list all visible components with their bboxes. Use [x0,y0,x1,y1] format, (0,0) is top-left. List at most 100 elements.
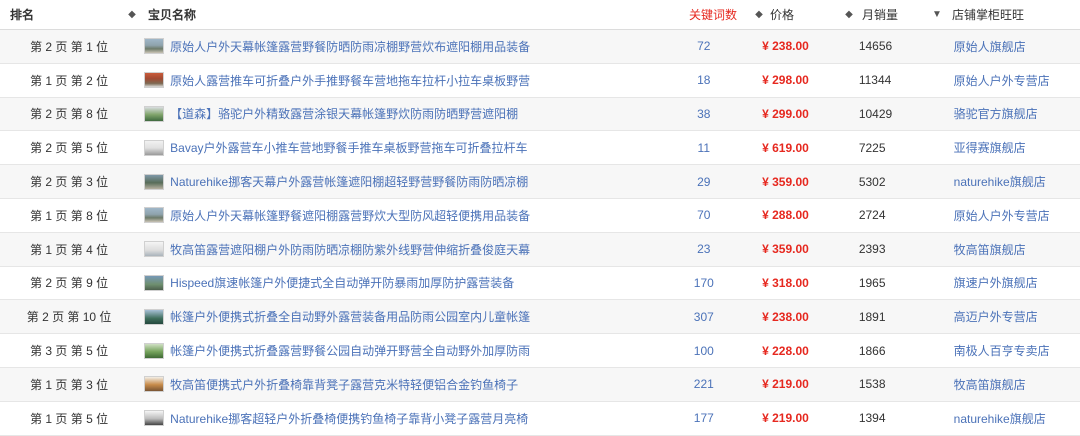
price-cell: ¥ 318.00 [762,275,809,290]
title-cell: Naturehike挪客超轻户外折叠椅便携钓鱼椅子靠背小凳子露营月亮椅 [138,410,665,427]
rank-cell: 第 2 页 第 10 位 [26,310,112,325]
product-title-link[interactable]: 帐篷户外便携式折叠全自动野外露营装备用品防雨公园室内儿童帐篷 [170,308,530,325]
monthly-sales-cell: 1891 [858,309,886,324]
monthly-sales-cell: 5302 [858,174,886,189]
rank-cell: 第 1 页 第 8 位 [30,208,109,223]
rank-cell: 第 1 页 第 5 位 [30,411,109,426]
price-cell: ¥ 238.00 [762,39,809,54]
shop-link[interactable]: 原始人户外专营店 [954,74,1050,88]
keyword-count-link[interactable]: 29 [665,175,742,189]
monthly-sales-cell: 2724 [858,208,886,223]
keyword-count-link[interactable]: 11 [665,141,742,155]
product-thumbnail[interactable] [144,274,165,291]
title-cell: 【道森】骆驼户外精致露营涂银天幕帐篷野炊防雨防晒野营遮阳棚 [138,105,665,122]
rank-cell: 第 1 页 第 4 位 [30,242,109,257]
shop-link[interactable]: 骆驼官方旗舰店 [954,107,1038,121]
keyword-count-link[interactable]: 18 [665,73,742,87]
rank-cell: 第 2 页 第 1 位 [30,39,109,54]
product-thumbnail[interactable] [144,308,165,325]
sort-icon[interactable]: ◆ [124,9,140,20]
price-cell: ¥ 219.00 [762,411,809,426]
product-thumbnail[interactable] [144,173,165,190]
product-title-link[interactable]: Naturehike挪客超轻户外折叠椅便携钓鱼椅子靠背小凳子露营月亮椅 [170,410,528,427]
shop-cell: 牧高笛旗舰店 [946,376,1080,393]
monthly-sales-cell: 10429 [858,106,893,121]
shop-link[interactable]: 高迈户外专营店 [954,310,1038,324]
table-row: 第 1 页 第 4 位 牧高笛露营遮阳棚户外防雨防晒凉棚防紫外线野营伸缩折叠俊庭… [0,232,1080,267]
shop-link[interactable]: 原始人户外专营店 [954,209,1050,223]
sort-desc-icon[interactable]: ▼ [930,9,944,20]
keyword-count-link[interactable]: 221 [665,377,742,391]
shop-link[interactable]: naturehike旗舰店 [954,175,1046,189]
shop-link[interactable]: 牧高笛旗舰店 [954,378,1026,392]
keyword-count-link[interactable]: 177 [665,411,742,425]
monthly-sales-cell: 1394 [858,411,886,426]
shop-link[interactable]: 原始人旗舰店 [954,40,1026,54]
product-thumbnail[interactable] [144,72,165,89]
product-title-link[interactable]: Naturehike挪客天幕户外露营帐篷遮阳棚超轻野营野餐防雨防晒凉棚 [170,173,528,190]
keyword-count-link[interactable]: 23 [665,242,742,256]
monthly-sales-cell: 7225 [858,140,886,155]
table-row: 第 2 页 第 3 位 Naturehike挪客天幕户外露营帐篷遮阳棚超轻野营野… [0,165,1080,199]
shop-link[interactable]: 亚得赛旗舰店 [954,141,1026,155]
column-header-price[interactable]: 价格 [766,6,842,23]
shop-link[interactable]: 旗速户外旗舰店 [954,276,1038,290]
monthly-sales-cell: 1866 [858,343,886,358]
keyword-count-link[interactable]: 70 [665,208,742,222]
shop-cell: 旗速户外旗舰店 [946,274,1080,291]
column-header-sales[interactable]: 月销量 [856,6,930,23]
product-thumbnail[interactable] [144,207,165,224]
rank-cell: 第 2 页 第 9 位 [30,276,109,291]
title-cell: 牧高笛便携式户外折叠椅靠背凳子露营克米特轻便铝合金钓鱼椅子 [138,376,665,393]
table-row: 第 1 页 第 8 位 原始人户外天幕帐篷野餐遮阳棚露营野炊大型防风超轻便携用品… [0,199,1080,233]
column-header-shop[interactable]: 店铺掌柜旺旺 [944,6,1080,23]
product-thumbnail[interactable] [144,410,165,427]
product-ranking-table: 排名 ◆ 宝贝名称 关键词数 ◆ 价格 ◆ 月销量 ▼ 店铺掌柜旺旺 第 2 页… [0,0,1080,436]
product-thumbnail[interactable] [144,376,165,393]
product-title-link[interactable]: 【道森】骆驼户外精致露营涂银天幕帐篷野炊防雨防晒野营遮阳棚 [170,105,518,122]
monthly-sales-cell: 1538 [858,377,886,392]
product-title-link[interactable]: Bavay户外露营车小推车营地野餐手推车桌板野营拖车可折叠拉杆车 [170,139,527,156]
sort-icon[interactable]: ◆ [752,9,766,20]
product-thumbnail[interactable] [144,342,165,359]
table-row: 第 2 页 第 10 位 帐篷户外便携式折叠全自动野外露营装备用品防雨公园室内儿… [0,300,1080,335]
keyword-count-link[interactable]: 38 [665,107,742,121]
shop-cell: 亚得赛旗舰店 [946,139,1080,156]
column-header-title[interactable]: 宝贝名称 [140,6,674,23]
keyword-count-link[interactable]: 170 [665,276,742,290]
shop-link[interactable]: 牧高笛旗舰店 [954,243,1026,257]
product-thumbnail[interactable] [144,38,165,55]
shop-cell: 骆驼官方旗舰店 [946,105,1080,122]
product-title-link[interactable]: 牧高笛露营遮阳棚户外防雨防晒凉棚防紫外线野营伸缩折叠俊庭天幕 [170,241,530,258]
product-title-link[interactable]: Hispeed旗速帐篷户外便捷式全自动弹开防暴雨加厚防护露营装备 [170,274,514,291]
product-title-link[interactable]: 原始人户外天幕帐篷露营野餐防晒防雨凉棚野营炊布遮阳棚用品装备 [170,38,530,55]
column-header-keywords[interactable]: 关键词数 [674,6,752,23]
price-cell: ¥ 299.00 [762,106,809,121]
shop-cell: 原始人户外专营店 [946,72,1080,89]
title-cell: Bavay户外露营车小推车营地野餐手推车桌板野营拖车可折叠拉杆车 [138,139,665,156]
column-header-rank[interactable]: 排名 [0,6,124,23]
product-title-link[interactable]: 帐篷户外便携式折叠露营野餐公园自动弹开野营全自动野外加厚防雨 [170,342,530,359]
shop-link[interactable]: naturehike旗舰店 [954,412,1046,426]
product-title-link[interactable]: 原始人户外天幕帐篷野餐遮阳棚露营野炊大型防风超轻便携用品装备 [170,207,530,224]
product-thumbnail[interactable] [144,241,165,258]
shop-cell: naturehike旗舰店 [946,173,1080,190]
title-cell: 原始人户外天幕帐篷露营野餐防晒防雨凉棚野营炊布遮阳棚用品装备 [138,38,665,55]
table-row: 第 2 页 第 5 位 Bavay户外露营车小推车营地野餐手推车桌板野营拖车可折… [0,131,1080,166]
title-cell: 帐篷户外便携式折叠全自动野外露营装备用品防雨公园室内儿童帐篷 [138,308,665,325]
product-title-link[interactable]: 牧高笛便携式户外折叠椅靠背凳子露营克米特轻便铝合金钓鱼椅子 [170,376,518,393]
product-thumbnail[interactable] [144,105,165,122]
keyword-count-link[interactable]: 72 [665,39,742,53]
shop-cell: 高迈户外专营店 [946,308,1080,325]
table-row: 第 2 页 第 9 位 Hispeed旗速帐篷户外便捷式全自动弹开防暴雨加厚防护… [0,267,1080,301]
sort-icon[interactable]: ◆ [842,9,856,20]
product-title-link[interactable]: 原始人露营推车可折叠户外手推野餐车营地拖车拉杆小拉车桌板野营 [170,72,530,89]
keyword-count-link[interactable]: 307 [665,310,742,324]
shop-link[interactable]: 南极人百亨专卖店 [954,344,1050,358]
shop-cell: 南极人百亨专卖店 [946,342,1080,359]
keyword-count-link[interactable]: 100 [665,344,742,358]
monthly-sales-cell: 1965 [858,275,886,290]
title-cell: 帐篷户外便携式折叠露营野餐公园自动弹开野营全自动野外加厚防雨 [138,342,665,359]
rank-cell: 第 2 页 第 5 位 [30,141,109,156]
product-thumbnail[interactable] [144,139,165,156]
